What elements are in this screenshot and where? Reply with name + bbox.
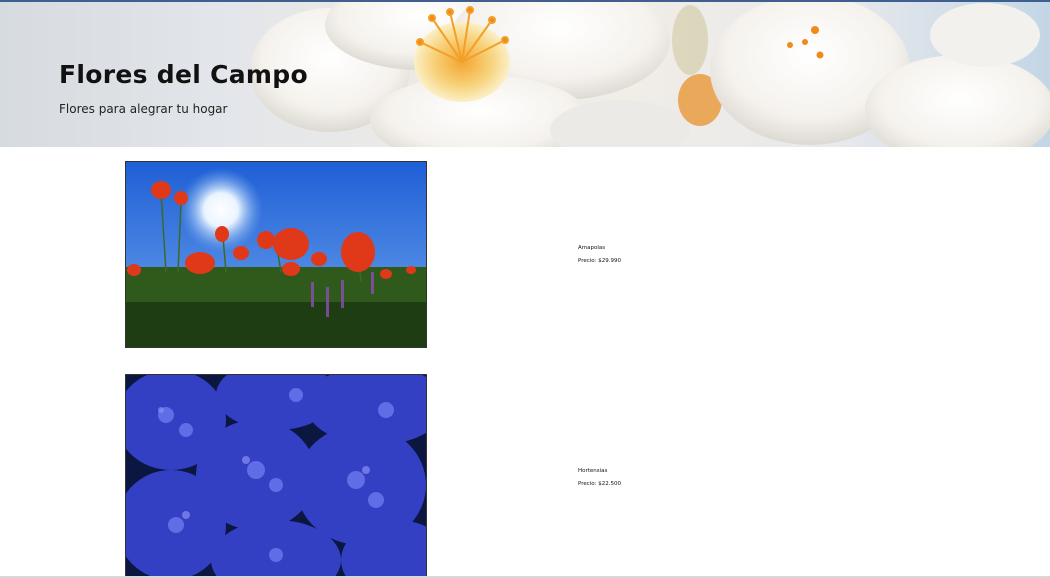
product-info: Amapolas Precio: $29.990 bbox=[578, 242, 621, 268]
top-border bbox=[0, 0, 1050, 2]
product-price: Precio: $29.990 bbox=[578, 258, 622, 264]
product-name: Hortensias bbox=[578, 468, 608, 474]
product-info: Hortensias Precio: $22.500 bbox=[578, 465, 621, 491]
site-title: Flores del Campo bbox=[59, 60, 308, 89]
product-image-hydrangeas bbox=[125, 374, 427, 578]
product-image-poppies bbox=[125, 161, 427, 348]
product-card: Hortensias Precio: $22.500 bbox=[125, 374, 1050, 578]
hero-banner: Flores del Campo Flores para alegrar tu … bbox=[0, 0, 1050, 147]
product-name: Amapolas bbox=[578, 245, 606, 251]
product-price: Precio: $22.500 bbox=[578, 481, 622, 487]
site-subtitle: Flores para alegrar tu hogar bbox=[59, 102, 228, 116]
product-card: Amapolas Precio: $29.990 bbox=[125, 161, 1050, 348]
